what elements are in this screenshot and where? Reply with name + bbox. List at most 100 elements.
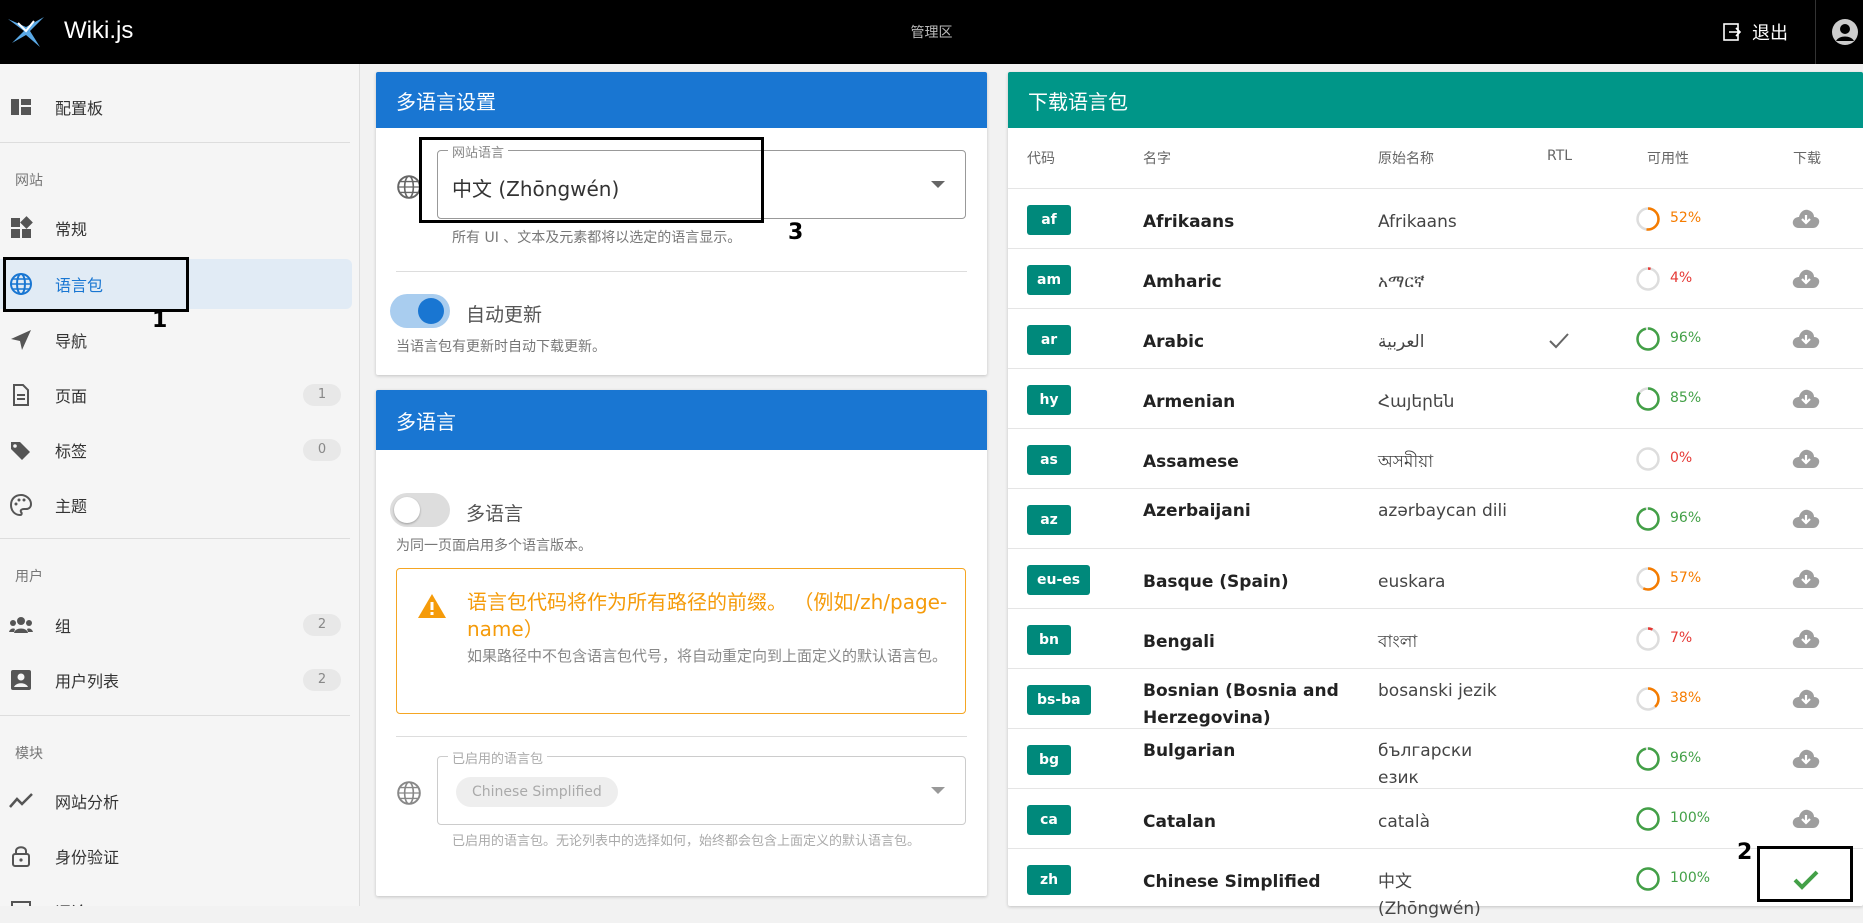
cloud-download-icon[interactable]	[1791, 386, 1821, 412]
tags-icon	[9, 438, 33, 462]
auto-update-label: 自动更新	[466, 304, 543, 326]
locale-code-badge: zh	[1027, 865, 1071, 895]
locale-name: Basque (Spain)	[1143, 572, 1289, 592]
sidebar-item-navigation[interactable]: 导航	[0, 315, 352, 365]
locale-chip: Chinese Simplified	[456, 777, 618, 807]
multilingual-label: 多语言	[466, 503, 524, 525]
divider	[0, 142, 350, 143]
section-users-label: 用户	[15, 569, 43, 585]
cloud-download-icon[interactable]	[1791, 206, 1821, 232]
availability-percent: 4%	[1670, 270, 1693, 286]
divider	[396, 271, 967, 272]
availability-progress-ring	[1636, 447, 1660, 471]
locale-native-name: Հայերեն	[1378, 392, 1455, 412]
account-icon[interactable]	[1831, 18, 1859, 46]
chevron-down-icon[interactable]	[931, 787, 945, 794]
cloud-download-icon[interactable]	[1791, 686, 1821, 712]
top-app-bar: Wiki.js 管理区 退出	[0, 0, 1863, 64]
availability-progress-ring	[1636, 507, 1660, 531]
annotation-number-1: 1	[152, 308, 168, 333]
sidebar-item-label: 网站分析	[55, 793, 120, 812]
file-document-icon	[9, 383, 33, 407]
sidebar-item-pages[interactable]: 页面 1	[0, 370, 352, 420]
availability-percent: 38%	[1670, 690, 1702, 706]
warning-subtitle: 如果路径中不包含语言包代号，将自动重定向到上面定义的默认语言包。	[467, 647, 948, 665]
locale-code-badge: bn	[1027, 625, 1071, 655]
admin-area-title: 管理区	[910, 25, 953, 41]
sidebar-item-general[interactable]: 常规	[0, 203, 352, 253]
locale-native-name: 中文 (Zhōngwén)	[1378, 872, 1481, 919]
annotation-box-1	[3, 257, 189, 312]
availability-progress-ring	[1636, 207, 1660, 231]
comment-icon	[9, 899, 33, 906]
cloud-download-icon[interactable]	[1791, 326, 1821, 352]
auto-update-toggle[interactable]	[390, 294, 450, 328]
table-row[interactable]: zh Chinese Simplified 中文 (Zhōngwén) 100%	[1008, 848, 1863, 919]
column-header-rtl[interactable]: RTL	[1547, 148, 1572, 164]
sidebar-item-tags[interactable]: 标签 0	[0, 425, 352, 475]
sidebar-item-label: 评论	[55, 899, 87, 906]
sidebar-item-label: 导航	[55, 332, 88, 351]
table-row[interactable]: af Afrikaans Afrikaans 52%	[1008, 188, 1863, 248]
table-row[interactable]: eu-es Basque (Spain) euskara 57%	[1008, 548, 1863, 608]
users-count-badge: 2	[303, 669, 341, 691]
locale-code-badge: az	[1027, 505, 1071, 535]
column-header-name[interactable]: 名字	[1143, 148, 1171, 168]
locale-native-name: euskara	[1378, 572, 1446, 592]
locale-name: Bengali	[1143, 632, 1215, 652]
cloud-download-icon[interactable]	[1791, 506, 1821, 532]
availability-percent: 100%	[1670, 810, 1711, 826]
cloud-download-icon[interactable]	[1791, 806, 1821, 832]
sidebar-item-label: 主题	[55, 497, 88, 516]
sidebar-item-label: 组	[55, 617, 72, 636]
cloud-download-icon[interactable]	[1791, 626, 1821, 652]
locale-code-badge: eu-es	[1027, 565, 1091, 595]
multilingual-toggle[interactable]	[390, 493, 450, 527]
locale-code-badge: af	[1027, 205, 1071, 235]
column-header-availability[interactable]: 可用性	[1647, 148, 1689, 168]
table-row[interactable]: bn Bengali বাংলা 7%	[1008, 608, 1863, 668]
sidebar-item-analytics[interactable]: 网站分析	[0, 776, 352, 826]
cloud-download-icon[interactable]	[1791, 266, 1821, 292]
table-row[interactable]: bg Bulgarian български език 96%	[1008, 728, 1863, 788]
cloud-download-icon[interactable]	[1791, 566, 1821, 592]
palette-icon	[9, 493, 33, 517]
availability-percent: 96%	[1670, 330, 1702, 346]
cloud-download-icon[interactable]	[1791, 746, 1821, 772]
multilingual-hint: 为同一页面启用多个语言版本。	[396, 538, 592, 554]
column-header-native[interactable]: 原始名称	[1378, 148, 1434, 168]
sidebar-item-theme[interactable]: 主题	[0, 480, 352, 530]
locale-native-name: বাংলা	[1378, 632, 1418, 652]
locale-name: Catalan	[1143, 812, 1216, 832]
annotation-box-2	[1757, 846, 1853, 902]
locale-name: Bulgarian	[1143, 741, 1236, 761]
cloud-download-icon[interactable]	[1791, 446, 1821, 472]
logout-button[interactable]: 退出	[1722, 16, 1788, 48]
locale-native-name: bosanski jezik	[1378, 681, 1497, 701]
auto-update-hint: 当语言包有更新时自动下载更新。	[396, 339, 606, 355]
sidebar-item-authentication[interactable]: 身份验证	[0, 831, 352, 881]
sidebar-item-groups[interactable]: 组 2	[0, 600, 352, 650]
sidebar-item-comments[interactable]: 评论	[0, 886, 352, 906]
annotation-box-3	[419, 137, 764, 223]
column-header-code[interactable]: 代码	[1027, 148, 1055, 168]
enabled-locales-select[interactable]: 已启用的语言包 Chinese Simplified	[437, 748, 966, 825]
sidebar-item-dashboard[interactable]: 配置板	[0, 82, 352, 132]
enabled-locales-label: 已启用的语言包	[448, 748, 548, 767]
chevron-down-icon[interactable]	[931, 181, 945, 188]
locale-code-badge: hy	[1027, 385, 1071, 415]
logout-label: 退出	[1752, 23, 1788, 44]
table-row[interactable]: az Azerbaijani azərbaycan dili 96%	[1008, 488, 1863, 548]
table-row[interactable]: hy Armenian Հայերեն 85%	[1008, 368, 1863, 428]
locale-name: Arabic	[1143, 332, 1205, 352]
table-row[interactable]: am Amharic አማርኛ 4%	[1008, 248, 1863, 308]
table-row[interactable]: ca Catalan català 100%	[1008, 788, 1863, 848]
availability-percent: 96%	[1670, 510, 1702, 526]
table-row[interactable]: as Assamese অসমীয়া 0%	[1008, 428, 1863, 488]
table-row[interactable]: ar Arabic العربية 96%	[1008, 308, 1863, 368]
table-row[interactable]: bs-ba Bosnian (Bosnia and Herzegovina) bos…	[1008, 668, 1863, 728]
column-header-download[interactable]: 下载	[1793, 148, 1821, 168]
sidebar-item-users[interactable]: 用户列表 2	[0, 655, 352, 705]
account-box-icon	[9, 668, 33, 692]
divider	[396, 736, 967, 737]
